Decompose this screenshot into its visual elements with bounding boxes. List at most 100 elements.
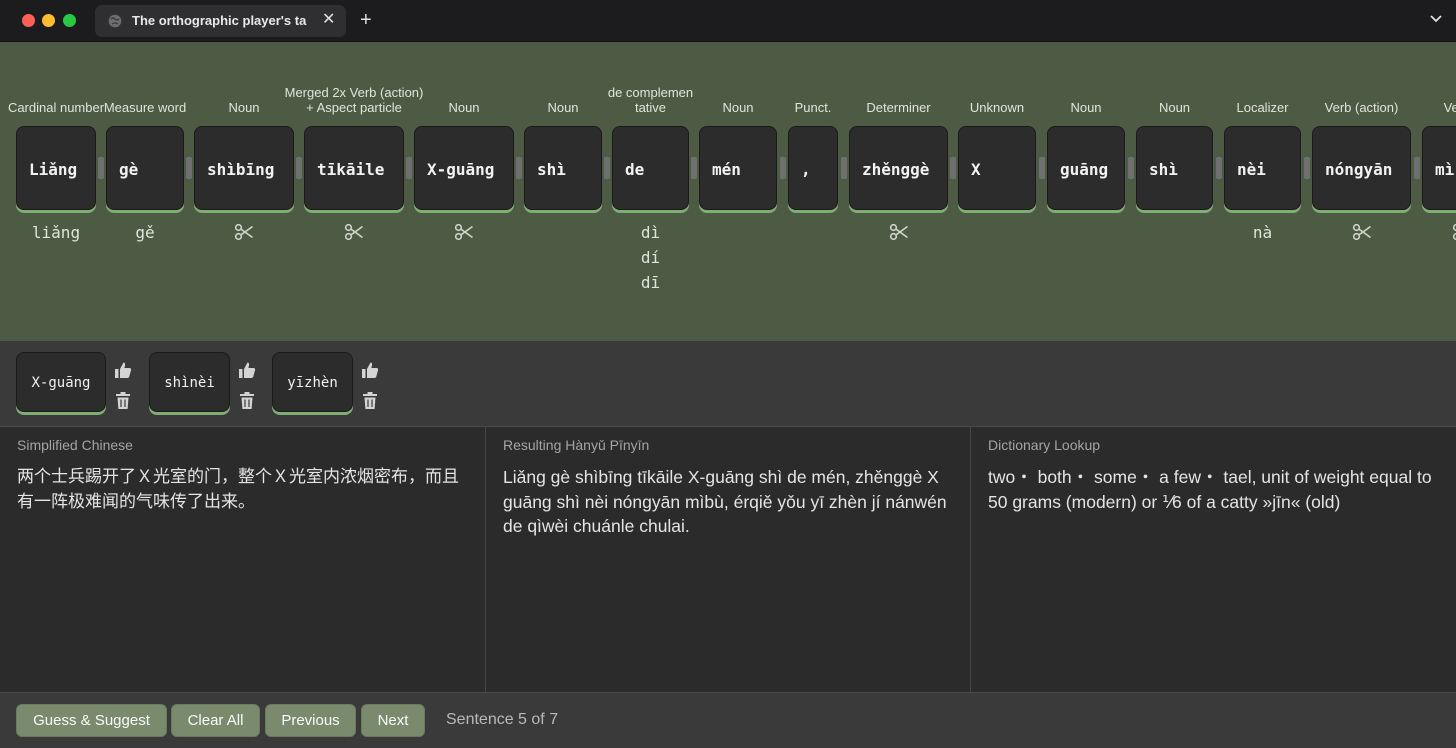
token-column: de complemen tative de dì dí dī [608, 42, 693, 341]
merge-handle[interactable] [406, 157, 412, 179]
merge-handle[interactable] [296, 157, 302, 179]
alternate-reading[interactable]: gě [106, 220, 184, 245]
token-text: de [625, 160, 645, 179]
merge-handle[interactable] [1215, 157, 1222, 179]
trash-icon[interactable] [115, 391, 131, 410]
thumbs-up-icon[interactable] [360, 360, 380, 380]
merge-handle[interactable] [1038, 157, 1045, 179]
merge-handle[interactable] [604, 157, 610, 179]
token-text: , [801, 160, 811, 179]
pinyin-text[interactable]: Liǎng gè shìbīng tīkāile X-guāng shì de … [503, 465, 956, 539]
thumbs-up-icon[interactable] [113, 360, 133, 380]
alternate-reading[interactable]: dī [612, 270, 689, 295]
merge-handle[interactable] [516, 157, 522, 179]
clear-all-button[interactable]: Clear All [171, 704, 260, 737]
pane-label: Dictionary Lookup [988, 437, 1101, 453]
token-card[interactable]: X-guāng [414, 126, 514, 210]
new-tab-button[interactable]: + [360, 8, 372, 32]
token-card[interactable]: zhěnggè [849, 126, 948, 210]
merge-handle[interactable] [779, 157, 786, 179]
alternate-reading[interactable]: dì [612, 220, 689, 245]
token-text: shìbīng [207, 160, 275, 179]
scissors-icon[interactable] [454, 223, 474, 241]
token-text: mì [1435, 160, 1455, 179]
chevron-down-icon[interactable] [1429, 14, 1443, 24]
token-text: shì [1149, 160, 1178, 179]
dictionary-text: two・ both・ some・ a few・ tael, unit of we… [988, 467, 1432, 512]
token-column: Measure word gè gě [104, 42, 186, 341]
simplified-chinese-pane: Simplified Chinese 两个士兵踢开了Ｘ光室的门，整个Ｘ光室内浓烟… [0, 427, 486, 692]
merge-handle[interactable] [98, 157, 104, 179]
token-column: Noun shì [524, 42, 602, 341]
suggestion-chip[interactable]: X-guāng [16, 352, 106, 412]
part-of-speech-label: Ve (ac [1443, 100, 1456, 115]
merge-handle[interactable] [840, 157, 847, 179]
token-column: Cardinal number Liǎng liǎng [8, 42, 104, 341]
token-column: Noun X-guāng [414, 42, 514, 341]
suggestion-chip[interactable]: shìnèi [149, 352, 230, 412]
token-card[interactable]: shì [524, 126, 602, 210]
tab-close-icon[interactable]: ✕ [322, 11, 335, 29]
token-column: Ve (ac mì [1422, 42, 1456, 341]
token-column: Merged 2x Verb (action) + Aspect particl… [285, 42, 423, 341]
token-column: Noun shìbīng [194, 42, 294, 341]
browser-tab[interactable]: The orthographic player's table ✕ [95, 5, 346, 37]
next-button[interactable]: Next [361, 704, 425, 737]
token-card[interactable]: tīkāile [304, 126, 404, 210]
close-window-button[interactable] [22, 14, 35, 27]
merge-handle[interactable] [1303, 157, 1310, 179]
token-card[interactable]: X [958, 126, 1036, 210]
merge-handle[interactable] [1413, 157, 1420, 179]
tab-title: The orthographic player's table [132, 13, 307, 28]
scissors-icon[interactable] [1452, 223, 1456, 241]
alternate-reading[interactable]: dí [612, 245, 689, 270]
token-card[interactable]: nóngyān [1312, 126, 1411, 210]
suggestion-bar: X-guāng shìnèi yīzhèn [0, 341, 1456, 427]
pinyin-pane: Resulting Hànyǔ Pīnyīn Liǎng gè shìbīng … [486, 427, 971, 692]
token-text: nóngyān [1325, 160, 1393, 179]
token-card[interactable]: Liǎng [16, 126, 96, 210]
token-card[interactable]: gè [106, 126, 184, 210]
token-card[interactable]: guāng [1047, 126, 1125, 210]
zoom-window-button[interactable] [63, 14, 76, 27]
alternate-reading[interactable]: liǎng [16, 220, 96, 245]
token-card[interactable]: shì [1136, 126, 1213, 210]
token-card[interactable]: shìbīng [194, 126, 294, 210]
merge-handle[interactable] [950, 157, 956, 179]
token-card[interactable]: de [612, 126, 689, 210]
scissors-icon[interactable] [344, 223, 364, 241]
token-card[interactable]: , [788, 126, 838, 210]
token-text: tīkāile [317, 160, 385, 179]
scissors-icon[interactable] [1352, 223, 1372, 241]
scissors-icon[interactable] [234, 223, 254, 241]
token-column: Noun guāng [1047, 42, 1125, 341]
minimize-window-button[interactable] [42, 14, 55, 27]
chinese-text[interactable]: 两个士兵踢开了Ｘ光室的门，整个Ｘ光室内浓烟密布，而且有一阵极难闻的气味传了出来。 [17, 465, 471, 514]
token-column: Verb (action) nóngyān [1312, 42, 1411, 341]
previous-button[interactable]: Previous [265, 704, 356, 737]
dictionary-pane: Dictionary Lookup two・ both・ some・ a few… [971, 427, 1456, 692]
merge-handle[interactable] [186, 157, 192, 179]
guess-suggest-button[interactable]: Guess & Suggest [16, 704, 167, 737]
thumbs-up-icon[interactable] [237, 360, 257, 380]
token-column: Localizer nèi nà [1224, 42, 1301, 341]
merge-handle[interactable] [1127, 157, 1134, 179]
suggestion-chip[interactable]: yīzhèn [272, 352, 353, 412]
alternate-readings: nà [1224, 220, 1301, 245]
token-card[interactable]: nèi [1224, 126, 1301, 210]
token-text: mén [712, 160, 741, 179]
alternate-reading[interactable]: nà [1224, 220, 1301, 245]
window-titlebar: The orthographic player's table ✕ + [0, 0, 1456, 42]
token-column: Noun mén [699, 42, 777, 341]
token-card[interactable]: mì [1422, 126, 1456, 210]
merge-handle[interactable] [691, 157, 697, 179]
token-column: Unknown X [958, 42, 1036, 341]
scissors-icon[interactable] [889, 223, 909, 241]
trash-icon[interactable] [239, 391, 255, 410]
token-text: shì [537, 160, 566, 179]
token-text: gè [119, 160, 139, 179]
trash-icon[interactable] [362, 391, 378, 410]
token-card[interactable]: mén [699, 126, 777, 210]
token-column: Punct., [788, 42, 838, 341]
alternate-readings: gě [106, 220, 184, 245]
